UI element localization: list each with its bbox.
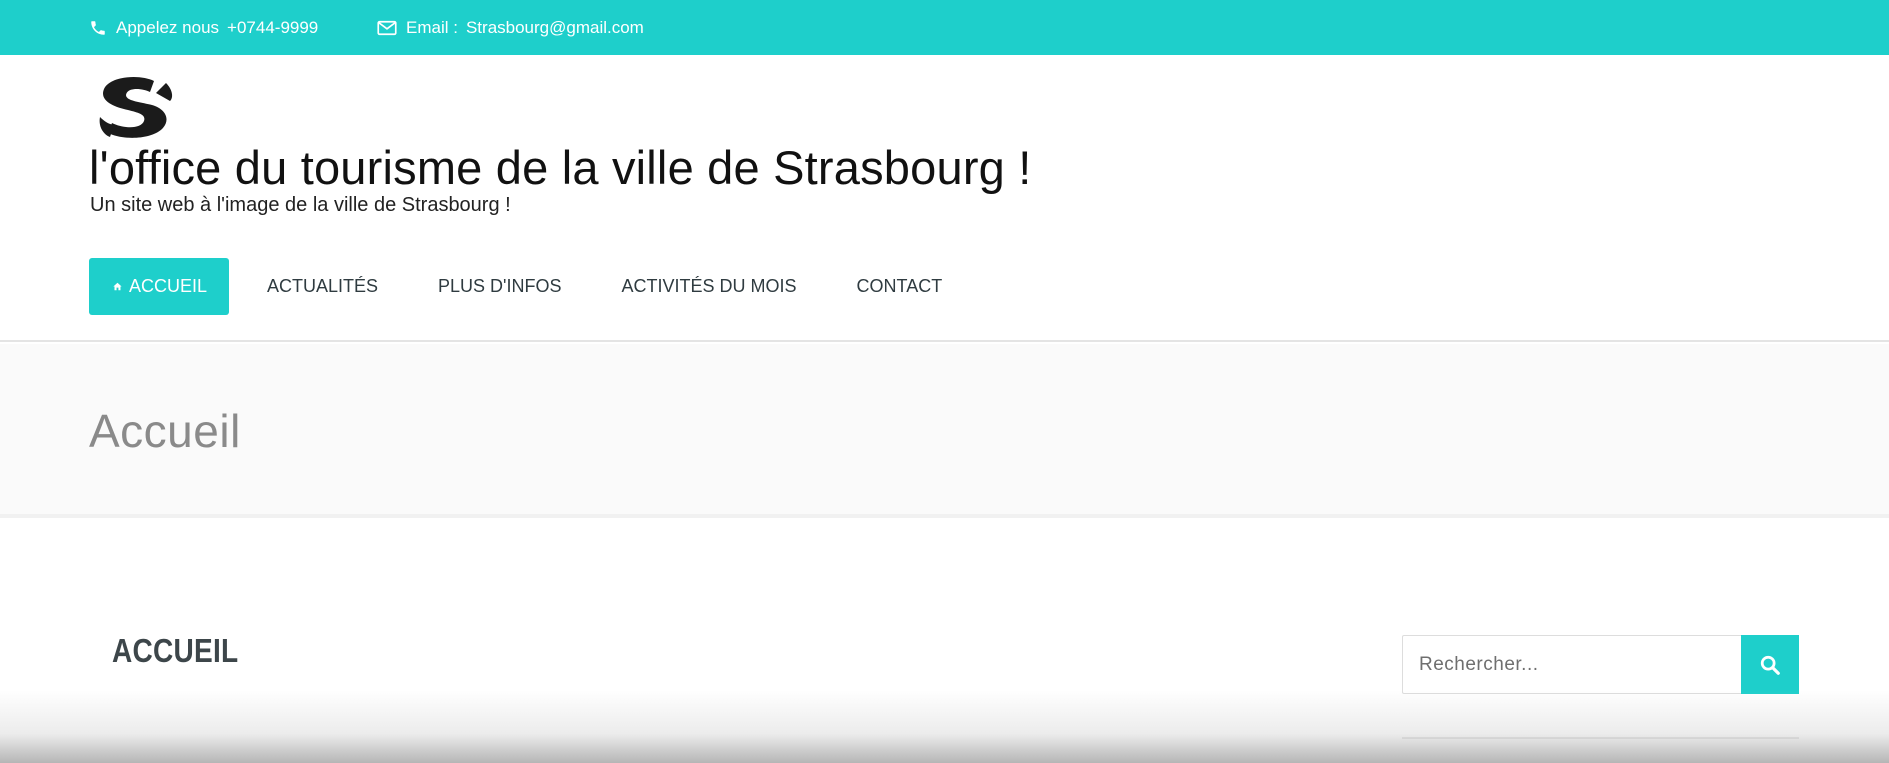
nav-label-plus-dinfos: PLUS D'INFOS (438, 276, 562, 296)
nav-label-contact: CONTACT (856, 276, 943, 296)
phone-icon (91, 20, 105, 35)
phone-number[interactable]: +0744-9999 (227, 18, 318, 38)
nav-item-activites-du-mois[interactable]: ACTIVITÉS DU MOIS (622, 258, 797, 315)
search-button[interactable] (1741, 635, 1799, 694)
top-contact-bar: Appelez nous +0744-9999 Email : Strasbou… (0, 0, 1889, 55)
search-icon (1760, 655, 1780, 675)
main-navigation: ACCUEIL ACTUALITÉS PLUS D'INFOS ACTIVITÉ… (89, 258, 942, 315)
nav-label-activites-du-mois: ACTIVITÉS DU MOIS (621, 276, 797, 296)
nav-item-plus-dinfos[interactable]: PLUS D'INFOS (438, 258, 561, 315)
email-address[interactable]: Strasbourg@gmail.com (466, 18, 644, 38)
email-contact[interactable]: Email : Strasbourg@gmail.com (377, 0, 644, 55)
phone-contact[interactable]: Appelez nous +0744-9999 (89, 0, 318, 55)
bottom-shadow (0, 690, 1889, 763)
nav-item-contact[interactable]: CONTACT (857, 258, 943, 315)
search-input[interactable] (1402, 635, 1741, 694)
phone-label: Appelez nous (116, 17, 220, 37)
strasbourg-s-logo[interactable] (96, 77, 176, 139)
sidebar-divider (1402, 737, 1799, 739)
site-title[interactable]: l'office du tourisme de la ville de Stra… (89, 140, 1032, 195)
nav-label-actualites: ACTUALITÉS (267, 276, 379, 296)
site-tagline: Un site web à l'image de la ville de Str… (90, 194, 511, 216)
page-title: Accueil (89, 405, 241, 457)
email-label: Email : (406, 17, 458, 37)
nav-item-actualites[interactable]: ACTUALITÉS (267, 258, 378, 315)
home-icon (113, 282, 122, 291)
page-title-band: Accueil (0, 344, 1889, 518)
content-heading: ACCUEIL (112, 632, 239, 669)
envelope-icon (377, 20, 397, 35)
nav-item-accueil[interactable]: ACCUEIL (89, 258, 229, 315)
nav-label-accueil: ACCUEIL (128, 276, 207, 296)
search-form (1402, 635, 1799, 694)
site-header: l'office du tourisme de la ville de Stra… (0, 55, 1889, 342)
